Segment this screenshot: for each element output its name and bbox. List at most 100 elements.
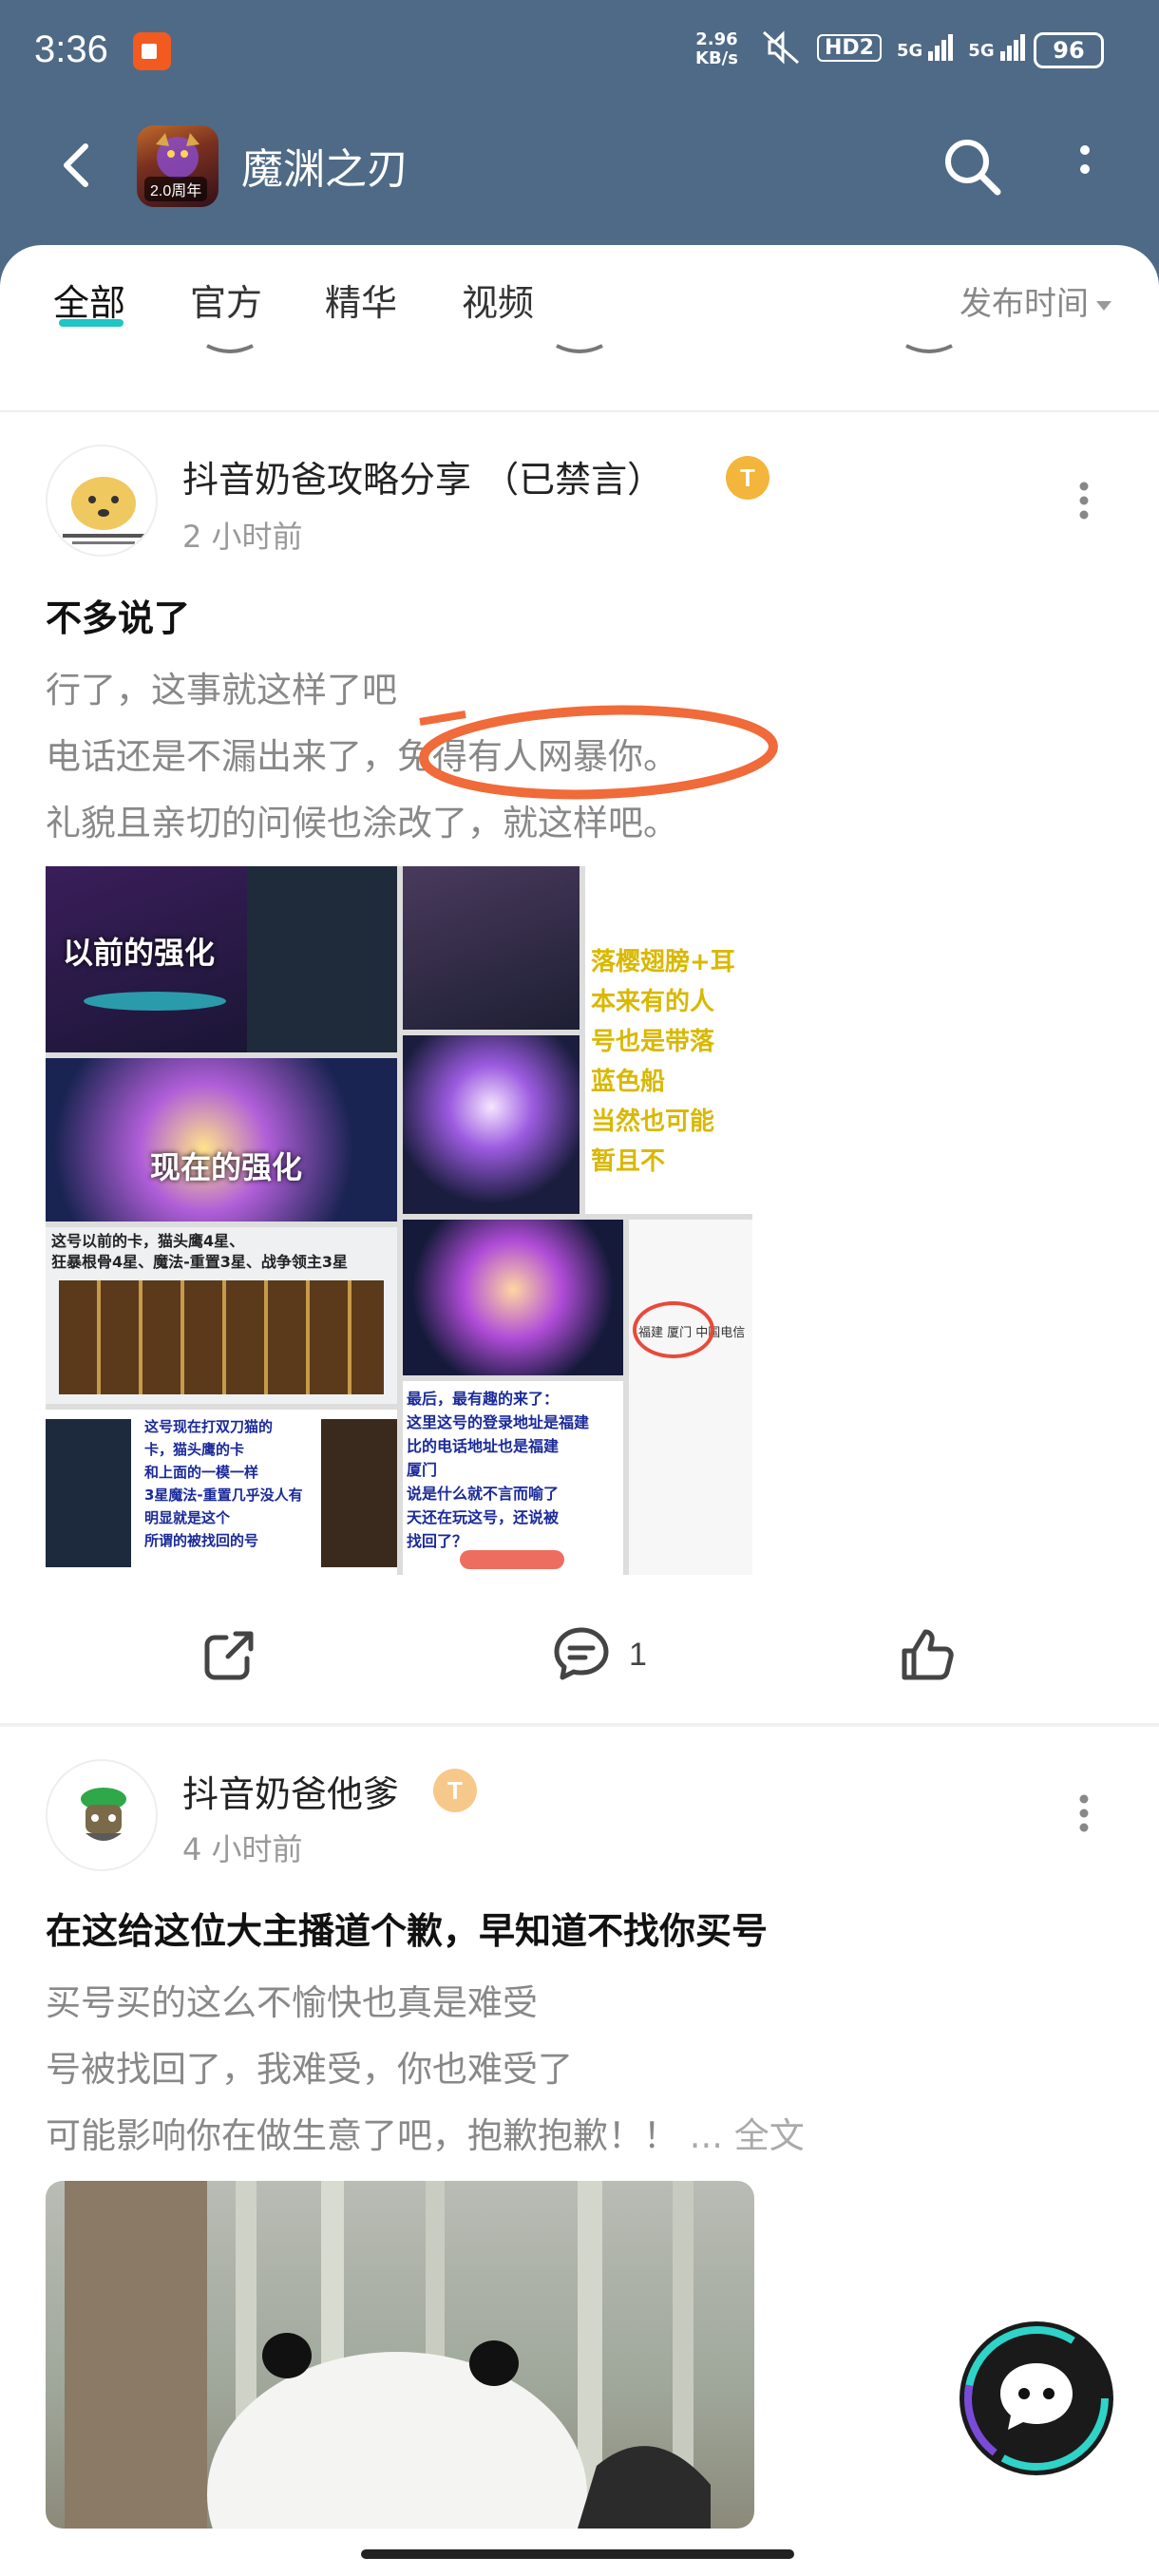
header: 3:36 2.96 KB/s HD2 5G 5G 96 2.0周年 魔渊之刃 [0, 0, 1159, 285]
post-title[interactable]: 不多说了 [46, 589, 190, 641]
game-logo[interactable]: 2.0周年 [137, 125, 218, 207]
previous-post-actions-partial [206, 344, 953, 353]
post-body-line: 行了，这事就这样了吧 [46, 670, 397, 710]
screen-record-icon [133, 32, 171, 70]
image-text: 明显就是这个 [144, 1509, 231, 1526]
status-bar: 3:36 2.96 KB/s HD2 5G 5G 96 [0, 0, 1159, 104]
tab-official[interactable]: 官方 [190, 274, 262, 326]
frog-avatar-art [81, 1788, 126, 1841]
comment-button[interactable]: 1 [551, 1624, 647, 1685]
post-time: 4 小时前 [182, 1831, 303, 1867]
comment-icon [554, 1627, 609, 1680]
image-text: 说是什么就不言而喻了 [407, 1485, 560, 1503]
post-time: 2 小时前 [182, 519, 303, 555]
page-title: 魔渊之刃 [241, 145, 408, 194]
image-text: 这号现在打双刀猫的 [144, 1418, 274, 1435]
avatar[interactable] [46, 1759, 158, 1871]
share-button[interactable] [200, 1624, 260, 1685]
home-indicator[interactable] [361, 2549, 794, 2559]
image-text: 这里这号的登录地址是福建 [407, 1413, 590, 1431]
grid-image[interactable]: 以前的强化 [46, 866, 397, 1052]
image-text: 最后，最有趣的来了： [407, 1390, 560, 1408]
hd-icon: HD2 [817, 33, 882, 62]
signal-label-2: 5G [968, 41, 995, 61]
image-text: 比的电话地址也是福建 [407, 1437, 560, 1455]
like-button[interactable] [897, 1624, 958, 1685]
grid-image[interactable]: 最后，最有趣的来了： 这里这号的登录地址是福建 比的电话地址也是福建 厦门 说是… [403, 1381, 623, 1575]
grid-image[interactable]: 现在的强化 [46, 1058, 397, 1222]
post-body-line: 可能影响你在做生意了吧，抱歉抱歉！！ [46, 2115, 678, 2156]
tab-active-indicator [59, 319, 124, 327]
author-name[interactable]: 抖音奶爸他爹 [182, 1765, 399, 1817]
grid-image[interactable]: 落樱翅膀+耳 本来有的人 号也是带落 蓝色船 当然也可能 暂且不 [585, 866, 752, 1214]
avatar[interactable] [46, 445, 158, 557]
share-icon [204, 1631, 254, 1680]
caret-down-icon [1096, 300, 1112, 311]
image-text: 暂且不 [591, 1147, 666, 1176]
post-title[interactable]: 在这给这位大主播道个歉，早知道不找你买号 [46, 1902, 768, 1954]
post-image-grid[interactable]: 以前的强化 现在的强化 落樱翅膀+耳 本来有的人 号也是带落 蓝色船 当然也可能… [46, 866, 752, 1575]
image-text: 卡，猫头鹰的卡 [144, 1441, 245, 1458]
signal-icon: 5G [896, 34, 954, 61]
image-text: 3星魔法-重置几乎没人有 [144, 1487, 303, 1504]
grid-image[interactable]: 福建 厦门 中国电信 [629, 1220, 752, 1575]
logo-badge: 2.0周年 [144, 177, 208, 201]
author-name[interactable]: 抖音奶爸攻略分享 （已禁言） [182, 450, 663, 502]
panda-photo-art [65, 2181, 711, 2529]
status-icons: HD2 5G 5G [760, 28, 1025, 66]
search-icon[interactable] [939, 133, 1005, 199]
post-more-icon[interactable] [1070, 477, 1098, 524]
divider [0, 1723, 1159, 1727]
network-speed: 2.96 KB/s [695, 30, 738, 68]
image-caption: 现在的强化 [150, 1149, 303, 1185]
post-body-line: 买号买的这么不愉快也真是难受 [46, 1982, 538, 2023]
image-text: 本来有的人 [591, 988, 715, 1016]
tabs-panel [0, 245, 1159, 416]
back-icon[interactable] [49, 137, 106, 194]
read-more-link[interactable]: ... 全文 [690, 2115, 805, 2156]
signal-label: 5G [896, 41, 923, 61]
annotation-circle [419, 705, 778, 800]
comment-count: 1 [629, 1636, 647, 1673]
image-text: 和上面的一模一样 [144, 1464, 259, 1481]
image-text: 蓝色船 [591, 1068, 666, 1096]
level-badge: T [433, 1769, 477, 1812]
grid-image[interactable] [403, 1220, 623, 1375]
image-text: 落樱翅膀+耳 [591, 948, 735, 976]
tab-video[interactable]: 视频 [462, 274, 534, 326]
sort-label: 发布时间 [960, 285, 1089, 323]
divider [0, 410, 1159, 412]
post-more-icon[interactable] [1070, 1790, 1098, 1837]
network-speed-unit: KB/s [695, 48, 738, 68]
post-body-line: 号被找回了，我难受，你也难受了 [46, 2049, 573, 2090]
image-caption: 以前的强化 [63, 935, 216, 971]
image-text: 当然也可能 [591, 1108, 715, 1136]
image-text: 厦门 [407, 1461, 438, 1479]
grid-image[interactable]: 这号现在打双刀猫的 卡，猫头鹰的卡 和上面的一模一样 3星魔法-重置几乎没人有 … [46, 1410, 397, 1575]
dog-avatar-art [63, 477, 144, 544]
network-speed-value: 2.96 [695, 29, 738, 49]
image-text: 天还在玩这号，还说被 [407, 1508, 560, 1526]
level-badge: T [726, 456, 770, 500]
thumbs-up-icon [902, 1629, 954, 1680]
sort-dropdown[interactable]: 发布时间 [960, 277, 1112, 324]
grid-image[interactable]: 这号以前的卡，猫头鹰4星、 狂暴根骨4星、魔法-重置3星、战争领主3星 [46, 1227, 397, 1404]
tab-all[interactable]: 全部 [53, 274, 125, 326]
battery-icon: 96 [1034, 32, 1104, 68]
post-image[interactable] [46, 2181, 754, 2529]
image-text: 所谓的被找回的号 [144, 1532, 259, 1549]
grid-image[interactable] [403, 866, 580, 1030]
more-icon[interactable] [1068, 137, 1102, 194]
grid-image[interactable] [403, 1035, 580, 1214]
post-body-line-with-more: 可能影响你在做生意了吧，抱歉抱歉！！ ... 全文 [46, 2107, 805, 2158]
tab-featured[interactable]: 精华 [325, 274, 397, 326]
signal-icon-2: 5G [968, 34, 1025, 61]
chat-bubble-icon [964, 2326, 1109, 2471]
image-text: 这号以前的卡，猫头鹰4星、 [51, 1232, 245, 1250]
image-text: 狂暴根骨4星、魔法-重置3星、战争领主3星 [51, 1253, 349, 1271]
mute-icon [763, 30, 799, 65]
image-text: 号也是带落 [591, 1028, 715, 1056]
nav-bar: 2.0周年 魔渊之刃 [0, 114, 1159, 218]
status-time: 3:36 [34, 28, 108, 70]
chat-fab-button[interactable] [960, 2321, 1113, 2475]
